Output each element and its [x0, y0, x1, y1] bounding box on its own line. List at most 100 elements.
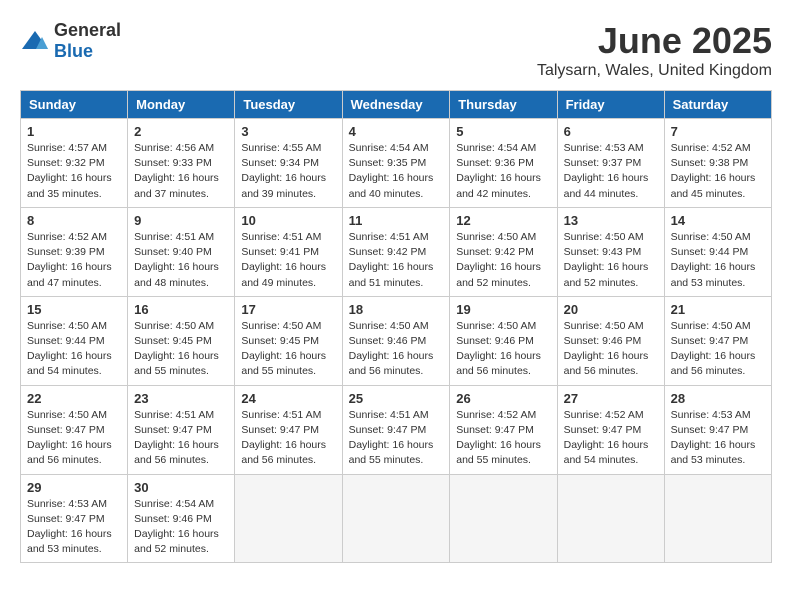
col-sunday: Sunday: [21, 91, 128, 119]
logo-text-blue: Blue: [54, 41, 93, 61]
day-info: Sunrise: 4:51 AMSunset: 9:47 PMDaylight:…: [134, 408, 228, 469]
day-info: Sunrise: 4:52 AMSunset: 9:39 PMDaylight:…: [27, 230, 121, 291]
table-row: 26 Sunrise: 4:52 AMSunset: 9:47 PMDayligh…: [450, 385, 557, 474]
day-info: Sunrise: 4:53 AMSunset: 9:47 PMDaylight:…: [27, 497, 121, 558]
day-number: 8: [27, 213, 121, 228]
table-row: 13 Sunrise: 4:50 AMSunset: 9:43 PMDayligh…: [557, 207, 664, 296]
calendar-week-row: 22Sunrise: 4:50 AMSunset: 9:47 PMDayligh…: [21, 385, 772, 474]
day-info: Sunrise: 4:52 AMSunset: 9:38 PMDaylight:…: [671, 141, 765, 202]
table-row: 1Sunrise: 4:57 AMSunset: 9:32 PMDaylight…: [21, 119, 128, 208]
table-row: 8 Sunrise: 4:52 AMSunset: 9:39 PMDaylight…: [21, 207, 128, 296]
day-number: 7: [671, 124, 765, 139]
day-number: 30: [134, 480, 228, 495]
day-number: 4: [349, 124, 444, 139]
table-row: 17 Sunrise: 4:50 AMSunset: 9:45 PMDayligh…: [235, 296, 342, 385]
day-info: Sunrise: 4:50 AMSunset: 9:43 PMDaylight:…: [564, 230, 658, 291]
calendar-header-row: Sunday Monday Tuesday Wednesday Thursday…: [21, 91, 772, 119]
day-info: Sunrise: 4:57 AMSunset: 9:32 PMDaylight:…: [27, 141, 121, 202]
table-row: 4 Sunrise: 4:54 AMSunset: 9:35 PMDaylight…: [342, 119, 450, 208]
table-row: 29 Sunrise: 4:53 AMSunset: 9:47 PMDayligh…: [21, 474, 128, 563]
day-number: 20: [564, 302, 658, 317]
day-info: Sunrise: 4:53 AMSunset: 9:37 PMDaylight:…: [564, 141, 658, 202]
day-info: Sunrise: 4:50 AMSunset: 9:46 PMDaylight:…: [349, 319, 444, 380]
day-number: 21: [671, 302, 765, 317]
table-row: 15 Sunrise: 4:50 AMSunset: 9:44 PMDayligh…: [21, 296, 128, 385]
day-number: 27: [564, 391, 658, 406]
day-number: 24: [241, 391, 335, 406]
day-number: 3: [241, 124, 335, 139]
logo-text-general: General: [54, 20, 121, 40]
day-info: Sunrise: 4:53 AMSunset: 9:47 PMDaylight:…: [671, 408, 765, 469]
table-row: 22Sunrise: 4:50 AMSunset: 9:47 PMDayligh…: [21, 385, 128, 474]
day-info: Sunrise: 4:54 AMSunset: 9:46 PMDaylight:…: [134, 497, 228, 558]
table-row: 6 Sunrise: 4:53 AMSunset: 9:37 PMDaylight…: [557, 119, 664, 208]
table-row: 7 Sunrise: 4:52 AMSunset: 9:38 PMDaylight…: [664, 119, 771, 208]
table-row: 9 Sunrise: 4:51 AMSunset: 9:40 PMDaylight…: [128, 207, 235, 296]
day-number: 6: [564, 124, 658, 139]
table-row: 25 Sunrise: 4:51 AMSunset: 9:47 PMDayligh…: [342, 385, 450, 474]
day-info: Sunrise: 4:51 AMSunset: 9:47 PMDaylight:…: [241, 408, 335, 469]
calendar-week-row: 1Sunrise: 4:57 AMSunset: 9:32 PMDaylight…: [21, 119, 772, 208]
table-row: 21 Sunrise: 4:50 AMSunset: 9:47 PMDayligh…: [664, 296, 771, 385]
day-info: Sunrise: 4:54 AMSunset: 9:35 PMDaylight:…: [349, 141, 444, 202]
day-number: 28: [671, 391, 765, 406]
calendar-table: Sunday Monday Tuesday Wednesday Thursday…: [20, 90, 772, 563]
day-number: 29: [27, 480, 121, 495]
table-row: [342, 474, 450, 563]
day-number: 14: [671, 213, 765, 228]
calendar-week-row: 29 Sunrise: 4:53 AMSunset: 9:47 PMDayligh…: [21, 474, 772, 563]
day-number: 26: [456, 391, 550, 406]
logo: General Blue: [20, 20, 121, 62]
day-number: 11: [349, 213, 444, 228]
table-row: 12 Sunrise: 4:50 AMSunset: 9:42 PMDayligh…: [450, 207, 557, 296]
day-info: Sunrise: 4:50 AMSunset: 9:45 PMDaylight:…: [241, 319, 335, 380]
col-thursday: Thursday: [450, 91, 557, 119]
day-info: Sunrise: 4:52 AMSunset: 9:47 PMDaylight:…: [564, 408, 658, 469]
table-row: 28 Sunrise: 4:53 AMSunset: 9:47 PMDayligh…: [664, 385, 771, 474]
day-number: 19: [456, 302, 550, 317]
day-info: Sunrise: 4:50 AMSunset: 9:42 PMDaylight:…: [456, 230, 550, 291]
day-number: 10: [241, 213, 335, 228]
table-row: 19 Sunrise: 4:50 AMSunset: 9:46 PMDayligh…: [450, 296, 557, 385]
table-row: 11Sunrise: 4:51 AMSunset: 9:42 PMDayligh…: [342, 207, 450, 296]
table-row: [235, 474, 342, 563]
table-row: 5 Sunrise: 4:54 AMSunset: 9:36 PMDaylight…: [450, 119, 557, 208]
col-friday: Friday: [557, 91, 664, 119]
day-info: Sunrise: 4:51 AMSunset: 9:40 PMDaylight:…: [134, 230, 228, 291]
table-row: 23Sunrise: 4:51 AMSunset: 9:47 PMDayligh…: [128, 385, 235, 474]
day-info: Sunrise: 4:54 AMSunset: 9:36 PMDaylight:…: [456, 141, 550, 202]
day-number: 9: [134, 213, 228, 228]
day-number: 5: [456, 124, 550, 139]
table-row: 14Sunrise: 4:50 AMSunset: 9:44 PMDayligh…: [664, 207, 771, 296]
day-number: 2: [134, 124, 228, 139]
day-number: 12: [456, 213, 550, 228]
table-row: [664, 474, 771, 563]
day-number: 16: [134, 302, 228, 317]
table-row: 24 Sunrise: 4:51 AMSunset: 9:47 PMDayligh…: [235, 385, 342, 474]
day-number: 17: [241, 302, 335, 317]
day-number: 15: [27, 302, 121, 317]
table-row: 2 Sunrise: 4:56 AMSunset: 9:33 PMDaylight…: [128, 119, 235, 208]
logo-icon: [20, 29, 50, 53]
day-info: Sunrise: 4:50 AMSunset: 9:47 PMDaylight:…: [671, 319, 765, 380]
day-info: Sunrise: 4:52 AMSunset: 9:47 PMDaylight:…: [456, 408, 550, 469]
calendar-week-row: 15 Sunrise: 4:50 AMSunset: 9:44 PMDayligh…: [21, 296, 772, 385]
calendar-week-row: 8 Sunrise: 4:52 AMSunset: 9:39 PMDaylight…: [21, 207, 772, 296]
table-row: 27 Sunrise: 4:52 AMSunset: 9:47 PMDayligh…: [557, 385, 664, 474]
table-row: 20Sunrise: 4:50 AMSunset: 9:46 PMDayligh…: [557, 296, 664, 385]
table-row: 30 Sunrise: 4:54 AMSunset: 9:46 PMDayligh…: [128, 474, 235, 563]
day-number: 18: [349, 302, 444, 317]
day-info: Sunrise: 4:50 AMSunset: 9:47 PMDaylight:…: [27, 408, 121, 469]
col-wednesday: Wednesday: [342, 91, 450, 119]
table-row: 10Sunrise: 4:51 AMSunset: 9:41 PMDayligh…: [235, 207, 342, 296]
col-saturday: Saturday: [664, 91, 771, 119]
day-number: 25: [349, 391, 444, 406]
day-info: Sunrise: 4:56 AMSunset: 9:33 PMDaylight:…: [134, 141, 228, 202]
title-block: June 2025 Talysarn, Wales, United Kingdo…: [537, 20, 772, 80]
day-info: Sunrise: 4:51 AMSunset: 9:47 PMDaylight:…: [349, 408, 444, 469]
day-info: Sunrise: 4:50 AMSunset: 9:44 PMDaylight:…: [27, 319, 121, 380]
day-number: 13: [564, 213, 658, 228]
table-row: 18 Sunrise: 4:50 AMSunset: 9:46 PMDayligh…: [342, 296, 450, 385]
day-info: Sunrise: 4:50 AMSunset: 9:46 PMDaylight:…: [456, 319, 550, 380]
day-info: Sunrise: 4:55 AMSunset: 9:34 PMDaylight:…: [241, 141, 335, 202]
